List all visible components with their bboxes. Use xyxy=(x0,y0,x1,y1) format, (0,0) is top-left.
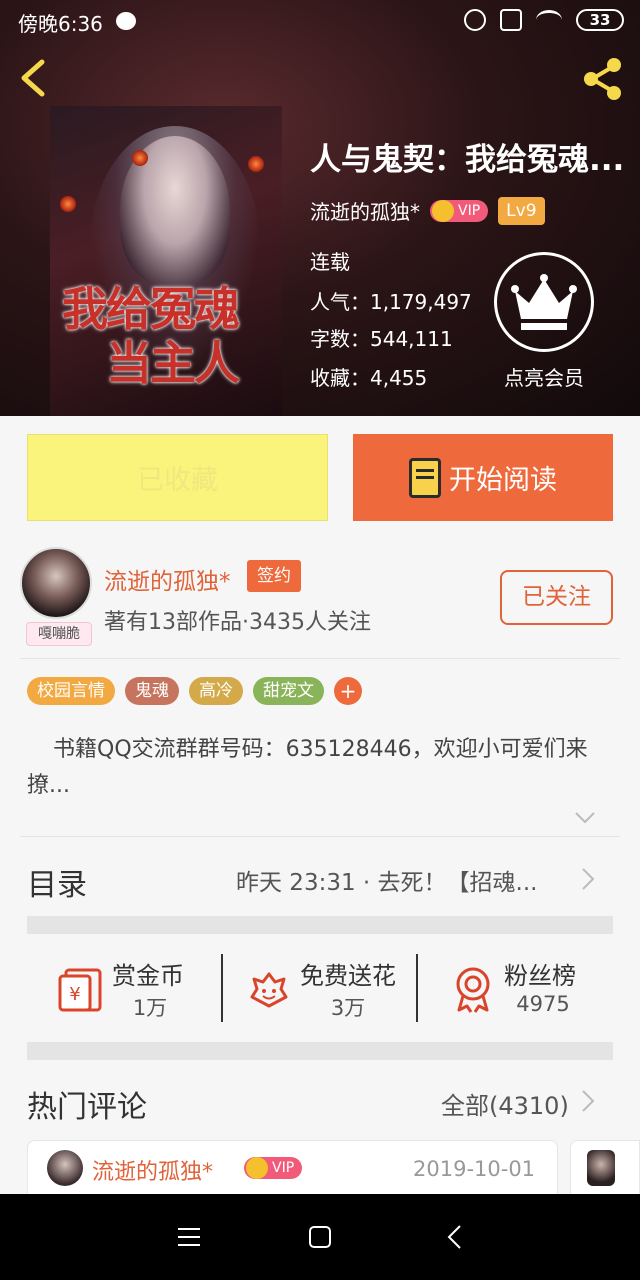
back-arrow-icon xyxy=(21,59,45,97)
vip-label: VIP xyxy=(272,1160,295,1176)
catalog-title[interactable]: 目录 xyxy=(27,860,87,904)
collected-button[interactable]: 已收藏 xyxy=(27,434,328,521)
author-meta: 著有13部作品·3435人关注 xyxy=(104,610,371,635)
wifi-icon xyxy=(536,10,562,30)
section-separator xyxy=(27,916,613,934)
follow-button[interactable]: 已关注 xyxy=(500,570,613,625)
reward-label: 赏金币 xyxy=(112,962,184,990)
status-time: 傍晚6:36 xyxy=(18,12,103,36)
reward-flowers[interactable]: 免费送花 3万 xyxy=(244,952,414,1028)
share-icon xyxy=(584,58,621,100)
cover-title: 我给冤魂 当主人 xyxy=(62,282,282,390)
add-tag-button[interactable]: + xyxy=(334,677,362,705)
flower-icon xyxy=(250,972,288,1008)
favorites-count: 收藏：4,455 xyxy=(310,366,428,390)
chevron-down-icon xyxy=(575,812,595,824)
back-icon xyxy=(447,1225,461,1249)
cover-lantern xyxy=(248,156,264,172)
serial-status: 连载 xyxy=(310,250,350,274)
start-reading-label: 开始阅读 xyxy=(449,465,557,496)
reward-coins[interactable]: ¥ 赏金币 1万 xyxy=(56,952,216,1028)
level-badge: Lv9 xyxy=(498,196,545,225)
commenter-avatar xyxy=(587,1150,615,1186)
reward-value: 3万 xyxy=(330,996,366,1020)
section-separator xyxy=(27,1042,613,1060)
reward-label: 免费送花 xyxy=(300,962,396,990)
menu-icon xyxy=(178,1228,200,1246)
cover-lantern xyxy=(132,150,148,166)
tag-item[interactable]: 高冷 xyxy=(189,677,243,705)
notification-icon xyxy=(116,12,136,30)
book-intro: 书籍QQ交流群群号码：635128446，欢迎小可爱们来撩... xyxy=(27,737,588,798)
cover-title-line1: 我给冤魂 xyxy=(62,282,240,336)
signed-badge: 签约 xyxy=(247,560,301,592)
comment-card[interactable] xyxy=(570,1140,640,1200)
battery-icon: 33 xyxy=(576,9,624,31)
hot-comments-title: 热门评论 xyxy=(27,1090,147,1125)
tag-item[interactable]: 甜宠文 xyxy=(253,677,324,705)
all-comments-link[interactable]: 全部(4310) xyxy=(441,1086,569,1121)
latest-chapter[interactable]: 昨天 23:31 · 去死！【招魂... xyxy=(236,863,566,897)
red-envelope-icon: ¥ xyxy=(58,968,102,1012)
divider xyxy=(20,836,620,837)
catalog-chevron[interactable] xyxy=(580,866,596,892)
medal-icon xyxy=(456,967,490,1013)
divider xyxy=(221,954,223,1022)
book-header: 傍晚6:36 33 我给冤魂 当主人 人与鬼契：我给冤魂... 流逝的孤独* V… xyxy=(0,0,640,416)
word-count: 字数：544,111 xyxy=(310,327,453,351)
divider xyxy=(20,658,620,659)
reward-label: 粉丝榜 xyxy=(504,962,576,990)
crown-icon xyxy=(246,1157,268,1179)
back-nav-button[interactable] xyxy=(440,1222,470,1252)
member-label: 点亮会员 xyxy=(504,366,584,390)
comment-card[interactable]: 流逝的孤独* VIP 2019-10-01 xyxy=(27,1140,558,1200)
vip-label: VIP xyxy=(458,202,481,219)
cover-title-line2: 当主人 xyxy=(106,336,240,390)
book-cover[interactable]: 我给冤魂 当主人 xyxy=(50,106,282,416)
tag-list: 校园言情 鬼魂 高冷 甜宠文 + xyxy=(27,677,362,705)
crown-icon xyxy=(511,274,577,330)
status-icons: 33 xyxy=(464,9,624,31)
avatar-tag: 嘎嘣脆 xyxy=(26,622,92,646)
sim-icon xyxy=(500,9,522,31)
menu-button[interactable] xyxy=(174,1222,204,1252)
tag-item[interactable]: 校园言情 xyxy=(27,677,115,705)
expand-button[interactable] xyxy=(574,810,596,824)
comment-date: 2019-10-01 xyxy=(413,1157,536,1181)
share-button[interactable] xyxy=(578,54,628,104)
start-reading-button[interactable]: 开始阅读 xyxy=(353,434,613,521)
home-icon xyxy=(309,1226,331,1248)
reward-fans-rank[interactable]: 粉丝榜 4975 xyxy=(448,952,598,1028)
author-card-name[interactable]: 流逝的孤独* xyxy=(104,562,231,596)
system-nav-bar xyxy=(0,1194,640,1280)
divider xyxy=(416,954,418,1022)
book-icon xyxy=(409,457,441,498)
tag-item[interactable]: 鬼魂 xyxy=(125,677,179,705)
collected-label: 已收藏 xyxy=(137,465,218,496)
alarm-icon xyxy=(464,9,486,31)
home-button[interactable] xyxy=(305,1222,335,1252)
cover-lantern xyxy=(60,196,76,212)
commenter-name: 流逝的孤独* xyxy=(92,1160,214,1185)
chevron-right-icon xyxy=(582,868,595,890)
status-bar: 傍晚6:36 33 xyxy=(0,0,640,42)
vip-badge: VIP xyxy=(430,199,489,222)
member-button[interactable] xyxy=(494,252,594,352)
author-avatar[interactable] xyxy=(20,547,92,619)
chevron-right-icon xyxy=(582,1090,595,1112)
svg-text:¥: ¥ xyxy=(69,984,80,1005)
reward-value: 4975 xyxy=(516,992,570,1016)
author-name[interactable]: 流逝的孤独* xyxy=(310,196,420,225)
back-button[interactable] xyxy=(14,58,54,98)
vip-badge: VIP xyxy=(244,1157,303,1179)
commenter-avatar xyxy=(47,1150,83,1186)
reward-value: 1万 xyxy=(132,996,168,1020)
author-row: 流逝的孤独* VIP Lv9 xyxy=(310,196,545,225)
crown-icon xyxy=(432,199,454,222)
popularity: 人气：1,179,497 xyxy=(310,290,472,314)
book-title: 人与鬼契：我给冤魂... xyxy=(310,142,625,178)
all-comments-chevron[interactable] xyxy=(580,1088,596,1114)
